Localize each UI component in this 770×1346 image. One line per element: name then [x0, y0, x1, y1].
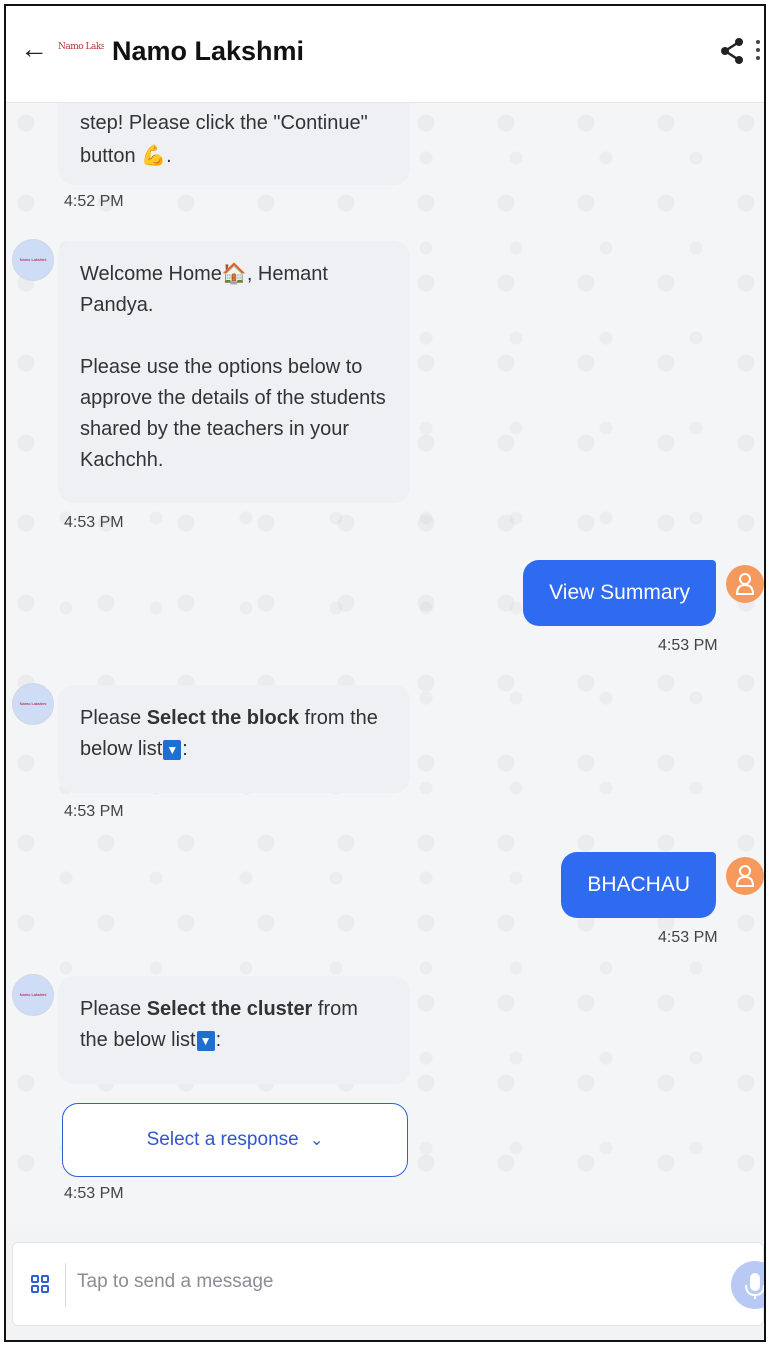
bot-message: step! Please click the "Continue" button… — [58, 103, 410, 185]
bot-message: Please Select the cluster from the below… — [58, 976, 410, 1084]
message-text-bold: Select the block — [146, 707, 299, 729]
message-text: Please — [80, 707, 147, 729]
message-timestamp: 4:53 PM — [64, 1185, 124, 1202]
person-icon — [735, 865, 755, 887]
select-response-dropdown[interactable]: Select a response ⌄ — [62, 1103, 408, 1177]
brand-logo: Namo Lakshmi — [58, 42, 104, 52]
message-timestamp: 4:53 PM — [64, 514, 124, 531]
user-avatar — [726, 857, 764, 895]
back-arrow-icon[interactable]: ← — [20, 34, 50, 64]
message-text-line: button 💪. — [80, 145, 172, 167]
message-text: : — [182, 738, 188, 760]
bot-message: Welcome Home🏠, Hemant Pandya. Please use… — [58, 241, 410, 503]
message-input-container: Tap to send a message — [12, 1242, 764, 1326]
message-text: : — [215, 1029, 222, 1051]
person-icon — [735, 573, 755, 595]
message-timestamp: 4:53 PM — [658, 637, 718, 654]
share-icon[interactable] — [718, 36, 746, 68]
apps-grid-icon[interactable] — [31, 1275, 49, 1293]
chat-title: Namo Lakshmi — [112, 36, 305, 66]
down-arrow-icon: ▼ — [196, 1030, 215, 1051]
message-timestamp: 4:53 PM — [658, 929, 718, 946]
house-emoji-icon: 🏠 — [221, 263, 247, 285]
bot-avatar: Namo Lakshmi — [12, 683, 54, 725]
more-options-icon[interactable] — [756, 36, 764, 68]
message-input-bar: Tap to send a message — [6, 1225, 764, 1340]
message-timestamp: 4:53 PM — [64, 803, 124, 820]
welcome-line: Welcome Home🏠, Hemant Pandya. — [80, 259, 388, 321]
app-frame: ← Namo Lakshmi Namo Lakshmi step! Please… — [4, 4, 766, 1342]
message-text-bold: Select the cluster — [146, 998, 313, 1020]
bot-message: Please Select the block from the below l… — [58, 685, 410, 793]
chevron-down-icon: ⌄ — [309, 1132, 324, 1149]
down-arrow-icon: ▼ — [163, 739, 182, 760]
bot-avatar: Namo Lakshmi — [12, 974, 54, 1016]
input-divider — [65, 1263, 66, 1307]
user-avatar — [726, 565, 764, 603]
microphone-icon — [745, 1273, 764, 1299]
message-timestamp: 4:52 PM — [64, 193, 124, 210]
user-message: View Summary — [523, 560, 716, 626]
message-input[interactable]: Tap to send a message — [77, 1271, 273, 1293]
chat-area[interactable]: step! Please click the "Continue" button… — [6, 103, 764, 1227]
select-response-label: Select a response — [146, 1129, 299, 1150]
message-text: step! Please click the "Continue" — [80, 112, 368, 134]
message-text: Welcome Home — [80, 263, 222, 285]
chat-header: ← Namo Lakshmi Namo Lakshmi — [6, 6, 764, 103]
message-text: Please use the options below to approve … — [80, 356, 386, 471]
message-text: View Summary — [549, 581, 690, 604]
microphone-button[interactable] — [731, 1261, 764, 1309]
message-text: BHACHAU — [587, 873, 690, 896]
bot-avatar: Namo Lakshmi — [12, 239, 54, 281]
user-message: BHACHAU — [561, 852, 716, 918]
message-text: Please — [80, 998, 147, 1020]
message-text: button — [80, 145, 136, 167]
flexed-biceps-emoji-icon: 💪 — [141, 145, 167, 167]
